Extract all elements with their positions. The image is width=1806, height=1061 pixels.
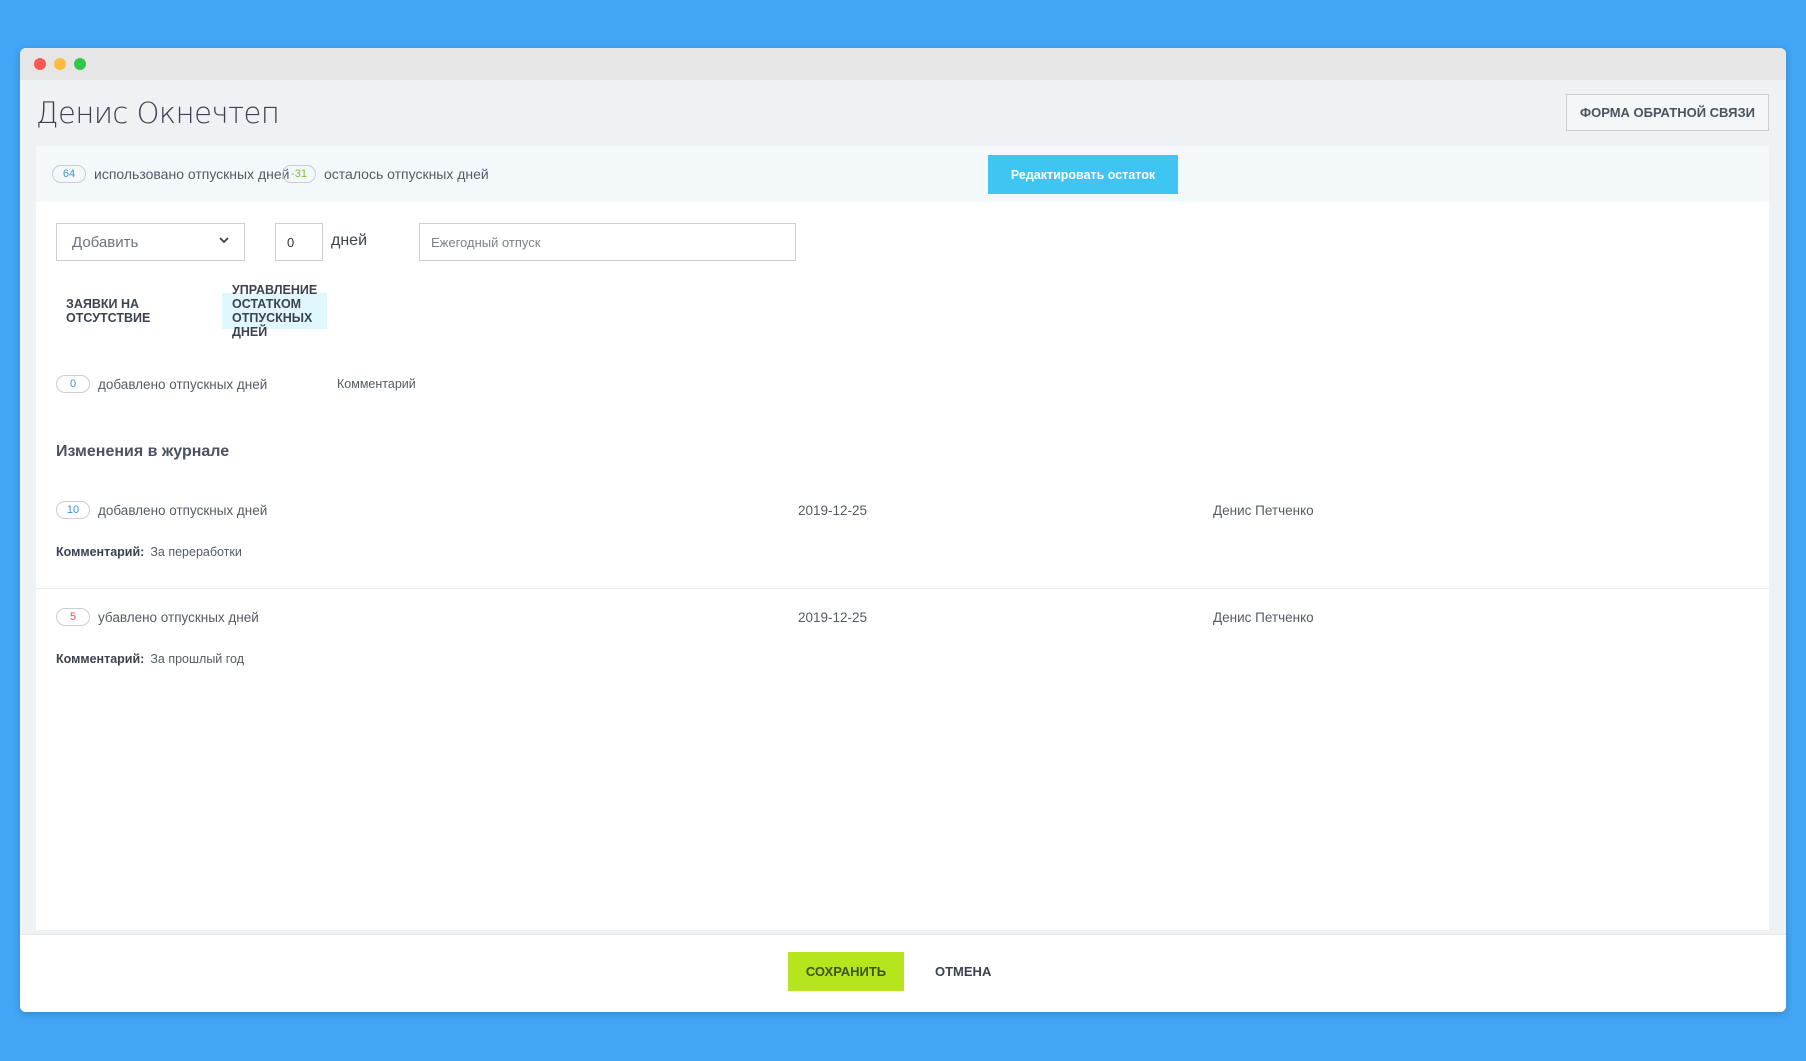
minimize-window-icon[interactable] <box>54 58 66 70</box>
log-entry-user: Денис Петченко <box>1213 503 1314 518</box>
added-days-badge: 0 <box>56 375 90 393</box>
tab-vacation-balance[interactable]: УПРАВЛЕНИЕ ОСТАТКОМ ОТПУСКНЫХ ДНЕЙ <box>222 283 328 339</box>
used-days-summary: 64 использовано отпускных дней <box>52 165 290 183</box>
remaining-days-label: осталось отпускных дней <box>324 166 489 182</box>
chevron-down-icon <box>218 234 230 249</box>
log-entry-comment-text: За переработки <box>150 545 242 559</box>
close-window-icon[interactable] <box>34 58 46 70</box>
log-section-title: Изменения в журнале <box>56 443 230 460</box>
action-select-value: Добавить <box>72 233 139 251</box>
log-entry-date: 2019-12-25 <box>798 503 868 518</box>
feedback-form-button[interactable]: ФОРМА ОБРАТНОЙ СВЯЗИ <box>1566 94 1769 131</box>
leave-type-input[interactable] <box>419 223 796 261</box>
app-window: Денис Окнечтеп ФОРМА ОБРАТНОЙ СВЯЗИ 64 и… <box>20 48 1786 1012</box>
page-title: Денис Окнечтеп <box>36 96 280 130</box>
log-entry-comment: Комментарий: За переработки <box>56 545 242 559</box>
used-days-label: использовано отпускных дней <box>94 166 290 182</box>
vacation-summary: 64 использовано отпускных дней -31 остал… <box>36 146 1769 202</box>
log-entry-badge: 10 <box>56 501 90 519</box>
cancel-button[interactable]: ОТМЕНА <box>925 952 1001 991</box>
log-entry-comment-key: Комментарий: <box>56 652 145 666</box>
log-entry-comment-text: За прошлый год <box>150 652 245 666</box>
maximize-window-icon[interactable] <box>74 58 86 70</box>
days-input[interactable] <box>275 223 323 261</box>
main-panel: 64 использовано отпускных дней -31 остал… <box>36 146 1769 930</box>
log-entry: 10 добавлено отпускных дней <box>56 501 267 519</box>
edit-balance-button[interactable]: Редактировать остаток <box>988 155 1178 194</box>
log-entry-user: Денис Петченко <box>1213 610 1314 625</box>
log-entry-comment-key: Комментарий: <box>56 545 145 559</box>
added-days-row: 0 добавлено отпускных дней <box>56 375 267 393</box>
log-entry-label: убавлено отпускных дней <box>98 609 259 625</box>
save-button[interactable]: СОХРАНИТЬ <box>788 952 904 991</box>
log-entry: 5 убавлено отпускных дней <box>56 608 259 626</box>
action-select[interactable]: Добавить <box>56 223 245 261</box>
log-divider <box>36 588 1769 589</box>
remaining-days-summary: -31 осталось отпускных дней <box>282 165 489 183</box>
log-entry-comment: Комментарий: За прошлый год <box>56 652 244 666</box>
log-entry-date: 2019-12-25 <box>798 610 868 625</box>
footer-bar: СОХРАНИТЬ ОТМЕНА <box>20 934 1786 1012</box>
comment-label: Комментарий <box>337 377 416 391</box>
remaining-days-badge: -31 <box>282 165 316 183</box>
log-entry-label: добавлено отпускных дней <box>98 502 268 518</box>
page-header: Денис Окнечтеп ФОРМА ОБРАТНОЙ СВЯЗИ <box>20 80 1786 146</box>
added-days-label: добавлено отпускных дней <box>98 376 268 392</box>
used-days-badge: 64 <box>52 165 86 183</box>
days-unit-label: дней <box>331 232 368 249</box>
log-entry-badge: 5 <box>56 608 90 626</box>
window-titlebar <box>20 48 1786 80</box>
tab-absence-requests[interactable]: ЗАЯВКИ НА ОТСУТСТВИЕ <box>56 293 160 329</box>
